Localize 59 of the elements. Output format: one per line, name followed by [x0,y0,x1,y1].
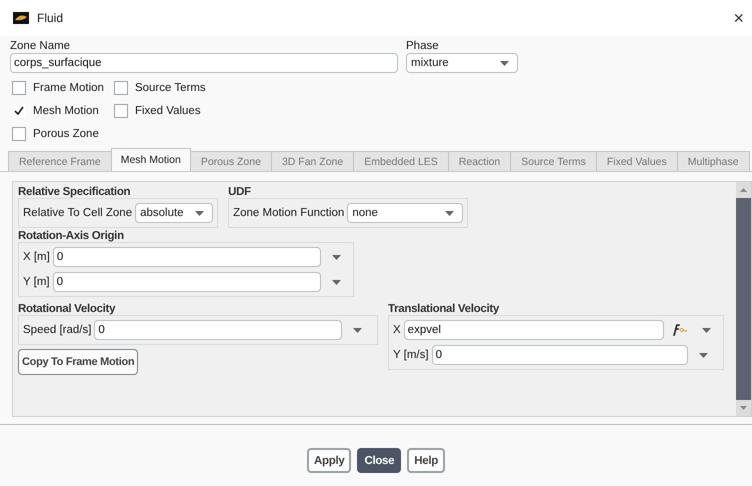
zone-name-field[interactable]: corps_surfacique [10,53,398,73]
window-title: Fluid [37,11,64,25]
dropdown-arrow-icon[interactable] [353,328,362,332]
tab[interactable]: Source Terms [510,151,597,171]
scroll-down-icon[interactable] [736,400,751,416]
field-label: X [393,324,401,336]
input-field[interactable]: 0 [52,272,321,292]
dropdown-arrow-icon[interactable] [500,60,509,66]
field-label: Zone Name [10,40,72,52]
function-icon[interactable] [671,324,687,336]
tab[interactable]: Reference Frame [8,151,112,171]
udf-dropdown[interactable]: none [347,203,464,223]
dropdown-arrow-icon[interactable] [332,280,341,284]
group-heading: Translational Velocity [388,303,500,315]
dropdown-arrow-icon[interactable] [702,328,711,332]
dropdown-arrow-icon[interactable] [332,254,341,260]
field-label: Zone Motion Function [233,207,344,219]
app-logo-icon [13,12,29,24]
dropdown-arrow-icon[interactable] [445,210,454,216]
checkbox-label: Frame Motion [33,82,104,94]
group-heading: Relative Specification [18,186,132,198]
dropdown-arrow-icon[interactable] [195,210,204,216]
checkbox[interactable] [114,104,128,118]
dropdown-arrow-icon[interactable] [698,352,708,358]
scrollbar[interactable] [736,182,751,416]
checkbox[interactable] [12,81,26,95]
tab[interactable]: Fixed Values [596,151,678,171]
group-heading: Rotational Velocity [18,303,116,315]
checkbox-label: Porous Zone [33,128,99,140]
phase-dropdown[interactable]: mixture [406,53,518,73]
dialog-button[interactable]: Help [407,448,445,473]
checkbox[interactable] [114,81,128,95]
field-label: Y [m] [23,276,50,288]
checkbox-label: Fixed Values [134,105,201,117]
field-label: Relative To Cell Zone [23,207,132,219]
dialog-button[interactable]: Close [357,448,402,473]
field-label: Phase [406,40,440,52]
checkbox-label: Source Terms [134,82,206,94]
scroll-up-icon[interactable] [736,182,751,198]
copy-to-frame-motion-button[interactable]: Copy To Frame Motion [18,349,138,375]
tab[interactable]: Porous Zone [190,151,272,171]
close-button[interactable]: × [733,8,744,28]
group-heading: UDF [228,186,252,198]
input-field[interactable]: 0 [52,247,321,267]
tab[interactable]: 3D Fan Zone [270,151,354,171]
tab[interactable]: Reaction [448,151,512,171]
relative-dropdown[interactable]: absolute [135,203,214,223]
dialog-button[interactable]: Apply [306,448,352,473]
group-heading: Rotation-Axis Origin [18,230,125,242]
checkbox[interactable] [12,127,26,141]
field-label: Speed [rad/s] [23,324,92,336]
tab[interactable]: Embedded LES [353,151,449,171]
field-label: X [m] [23,251,50,263]
field-label: Y [m/s] [393,349,429,361]
checkbox-label: Mesh Motion [33,105,99,117]
input-field[interactable]: 0 [94,320,342,340]
tab[interactable]: Multiphase [676,151,750,171]
input-field[interactable]: expvel [404,320,664,340]
input-field[interactable]: 0 [432,345,688,365]
